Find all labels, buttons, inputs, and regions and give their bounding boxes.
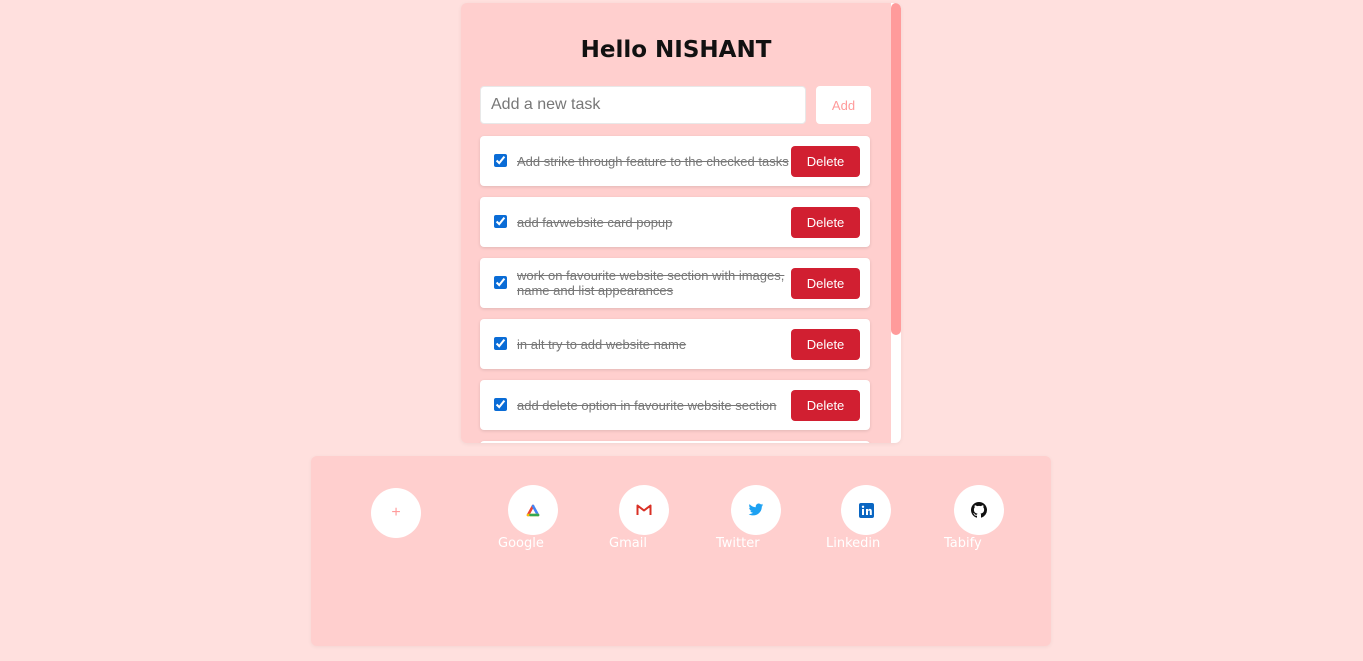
add-website-button[interactable]: +	[371, 488, 421, 538]
delete-task-button[interactable]: Delete	[791, 390, 860, 421]
greeting-title: Hello NISHANT	[580, 37, 772, 63]
site-twitter-button[interactable]	[731, 485, 781, 535]
site-twitter-label: Twitter	[716, 536, 760, 551]
task-item: work on favourite website section with i…	[480, 258, 870, 308]
delete-task-button[interactable]: Delete	[791, 329, 860, 360]
delete-task-button[interactable]: Delete	[791, 207, 860, 238]
site-tabify[interactable]: Tabify	[939, 485, 1019, 551]
task-item: add favwebsite card popup Delete	[480, 197, 870, 247]
site-twitter[interactable]: Twitter	[716, 485, 796, 551]
github-icon	[971, 502, 987, 518]
task-checkbox[interactable]	[494, 215, 507, 228]
task-checkbox[interactable]	[494, 276, 507, 289]
site-gmail-label: Gmail	[609, 536, 647, 551]
site-gmail-button[interactable]	[619, 485, 669, 535]
site-gmail[interactable]: Gmail	[604, 485, 684, 551]
scrollbar[interactable]	[891, 3, 901, 443]
todo-scroll-area[interactable]: Hello NISHANT Add Add strike through fea…	[461, 3, 891, 443]
task-item-partial	[480, 441, 870, 443]
site-tabify-button[interactable]	[954, 485, 1004, 535]
task-text: work on favourite website section with i…	[517, 268, 785, 298]
task-text: Add strike through feature to the checke…	[517, 153, 789, 169]
task-item: add delete option in favourite website s…	[480, 380, 870, 430]
task-item: in alt try to add website name Delete	[480, 319, 870, 369]
scrollbar-thumb[interactable]	[891, 3, 901, 335]
task-checkbox[interactable]	[494, 337, 507, 350]
task-checkbox[interactable]	[494, 154, 507, 167]
task-item: Add strike through feature to the checke…	[480, 136, 870, 186]
task-checkbox[interactable]	[494, 398, 507, 411]
gmail-icon	[636, 504, 652, 515]
add-task-button[interactable]: Add	[816, 86, 871, 124]
new-task-input[interactable]	[480, 86, 806, 124]
task-text: add delete option in favourite website s…	[517, 397, 777, 413]
task-text: add favwebsite card popup	[517, 214, 673, 230]
task-list: Add strike through feature to the checke…	[480, 136, 871, 443]
site-linkedin-label: Linkedin	[826, 536, 881, 551]
site-google-label: Google	[498, 536, 544, 551]
delete-task-button[interactable]: Delete	[791, 146, 860, 177]
google-cloud-icon	[526, 504, 540, 517]
site-linkedin[interactable]: Linkedin	[826, 485, 906, 551]
site-linkedin-button[interactable]	[841, 485, 891, 535]
twitter-icon	[748, 503, 764, 516]
site-google-button[interactable]	[508, 485, 558, 535]
site-tabify-label: Tabify	[944, 536, 982, 551]
todo-card: Hello NISHANT Add Add strike through fea…	[461, 3, 901, 443]
delete-task-button[interactable]: Delete	[791, 268, 860, 299]
site-google[interactable]: Google	[493, 485, 573, 551]
task-text: in alt try to add website name	[517, 336, 687, 352]
favourite-websites-panel: + Google Gmail Twitter Linkedin Tabify	[311, 456, 1051, 646]
linkedin-icon	[858, 502, 874, 518]
